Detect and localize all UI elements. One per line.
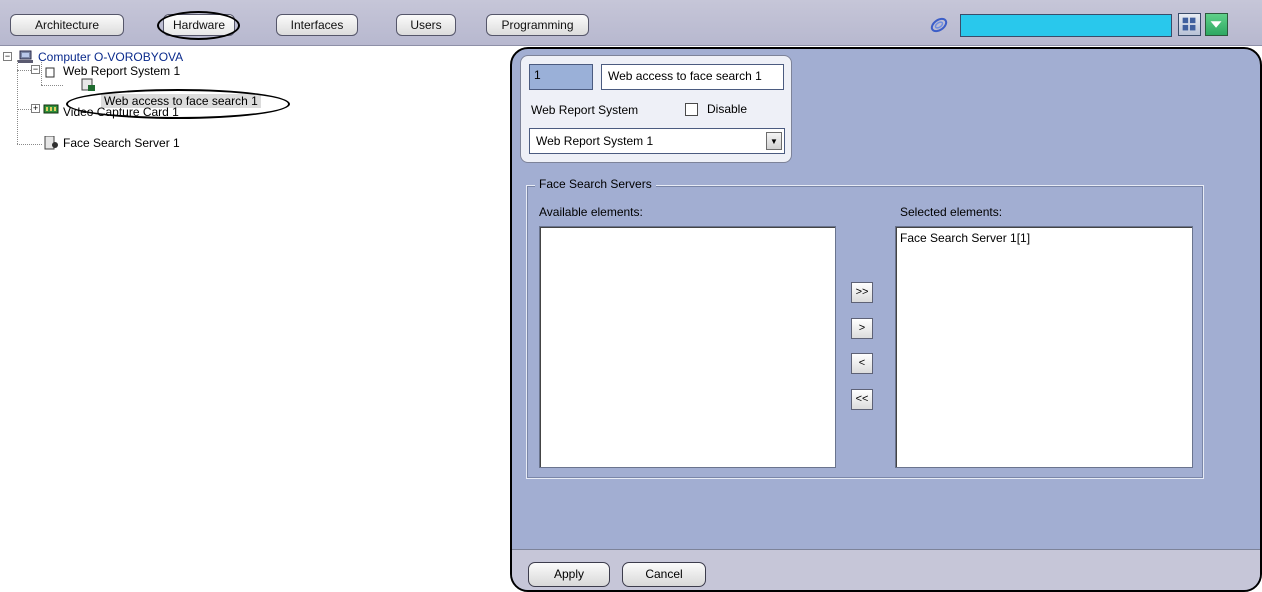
menu-dropdown-button[interactable] [1205,13,1228,36]
tab-architecture[interactable]: Architecture [10,14,124,36]
apply-button[interactable]: Apply [528,562,610,587]
tab-programming[interactable]: Programming [486,14,589,36]
object-header-card: 1 Web access to face search 1 Web Report… [520,55,792,163]
disable-checkbox[interactable] [685,103,698,116]
main-toolbar: Architecture Hardware Interfaces Users P… [0,0,1262,46]
tree-connector [17,70,31,71]
selected-elements-list[interactable]: Face Search Server 1[1] [895,226,1193,468]
move-right-button[interactable]: > [851,318,873,339]
hardware-tree: − Computer O-VOROBYOVA − Web Report Syst… [0,47,510,592]
object-name-field[interactable]: Web access to face search 1 [601,64,784,90]
available-elements-list[interactable] [539,226,836,468]
collapse-toggle[interactable]: − [3,52,12,61]
move-left-button[interactable]: < [851,353,873,374]
tab-hardware[interactable]: Hardware [163,14,235,36]
server-icon [44,136,58,150]
computer-icon [18,50,33,63]
expand-toggle[interactable]: + [31,104,40,113]
list-item[interactable]: Face Search Server 1[1] [900,231,1030,245]
capture-card-icon [43,104,59,114]
tree-connector [17,60,18,144]
web-access-icon [81,78,95,91]
cancel-button[interactable]: Cancel [622,562,706,587]
chevron-down-icon [1210,21,1222,28]
action-bar: Apply Cancel [512,549,1260,590]
move-all-right-button[interactable]: >> [851,282,873,303]
tree-item-web-report-system[interactable]: Web Report System 1 [63,64,180,78]
available-elements-caption: Available elements: [539,205,643,219]
parent-object-select[interactable]: Web Report System 1 ▼ [529,128,785,154]
layout-grid-button[interactable] [1178,13,1201,36]
collapse-toggle[interactable]: − [31,65,40,74]
chevron-down-icon[interactable]: ▼ [766,132,782,150]
move-all-left-button[interactable]: << [851,389,873,410]
selected-elements-caption: Selected elements: [900,205,1003,219]
tab-interfaces[interactable]: Interfaces [276,14,358,36]
tree-item-video-capture-card[interactable]: Video Capture Card 1 [63,105,179,119]
search-input[interactable] [960,14,1172,37]
grid-icon [1182,17,1196,31]
tree-connector [41,85,63,86]
face-search-servers-group: Face Search Servers Available elements: … [526,177,1204,479]
tree-connector [17,144,42,145]
group-title: Face Search Servers [535,177,656,191]
parent-object-label: Web Report System [531,103,639,117]
settings-panel: 1 Web access to face search 1 Web Report… [510,47,1262,592]
folder-icon [45,67,55,78]
parent-object-value: Web Report System 1 [536,134,654,148]
tree-item-face-search-server[interactable]: Face Search Server 1 [63,136,180,150]
disable-label: Disable [707,102,748,116]
tree-connector [17,109,31,110]
tab-users[interactable]: Users [396,14,456,36]
tree-item-computer[interactable]: Computer O-VOROBYOVA [38,50,183,64]
spiral-logo-icon [930,17,948,33]
object-id-field[interactable]: 1 [529,64,593,90]
